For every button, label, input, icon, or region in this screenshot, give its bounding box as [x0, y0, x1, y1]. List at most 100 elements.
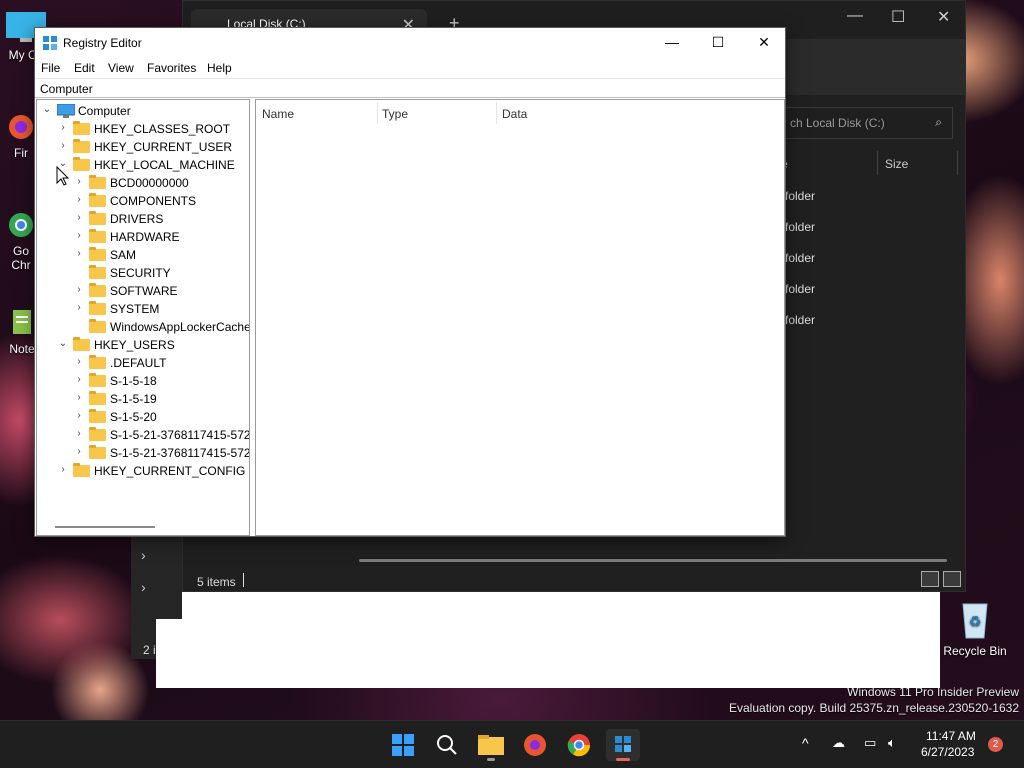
tree-node-default[interactable]: › .DEFAULT: [73, 354, 248, 372]
file-row-type[interactable]: folder: [785, 220, 815, 234]
chevron-right-icon[interactable]: ›: [73, 194, 85, 205]
column-header-data[interactable]: Data: [502, 107, 527, 121]
tree-node-bcd[interactable]: › BCD00000000: [73, 174, 248, 192]
chevron-right-icon[interactable]: ›: [73, 428, 85, 439]
tree-node-s-1-5-20[interactable]: › S-1-5-20: [73, 408, 248, 426]
tree-node-system[interactable]: › SYSTEM: [73, 300, 248, 318]
tree-node-s-1-5-18[interactable]: › S-1-5-18: [73, 372, 248, 390]
chevron-right-icon[interactable]: ›: [57, 140, 69, 151]
show-hidden-icons-icon[interactable]: ^: [802, 735, 809, 751]
chrome-taskbar-button[interactable]: [562, 729, 596, 761]
clock-date[interactable]: 6/27/2023: [921, 745, 974, 759]
explorer-maximize-icon[interactable]: ☐: [891, 7, 905, 27]
desktop-icon-firefox[interactable]: Fir: [6, 112, 36, 160]
folder-icon: [89, 409, 106, 423]
chevron-right-icon[interactable]: ›: [141, 547, 146, 563]
chevron-right-icon[interactable]: ›: [73, 230, 85, 241]
tree-node-software[interactable]: › SOFTWARE: [73, 282, 248, 300]
maximize-icon[interactable]: ☐: [695, 28, 741, 58]
title-bar[interactable]: Registry Editor — ☐ ✕: [35, 28, 785, 58]
file-row-type[interactable]: folder: [785, 313, 815, 327]
tree-node-hardware[interactable]: › HARDWARE: [73, 228, 248, 246]
folder-icon: [73, 337, 90, 351]
tiles-view-icon[interactable]: [943, 571, 961, 587]
tree-label: SYSTEM: [110, 302, 160, 316]
chevron-right-icon[interactable]: ›: [73, 392, 85, 403]
chevron-down-icon[interactable]: ⌄: [57, 338, 69, 349]
clock-time[interactable]: 11:47 AM: [926, 729, 976, 743]
tree-node-s-1-5-21-b[interactable]: › S-1-5-21-3768117415-5727: [73, 444, 249, 462]
chevron-right-icon[interactable]: ›: [141, 579, 146, 595]
chevron-right-icon[interactable]: ›: [73, 248, 85, 259]
file-row-type[interactable]: folder: [785, 251, 815, 265]
tree-node-windowsapplockercache[interactable]: WindowsAppLockerCache: [73, 318, 249, 336]
column-header-name[interactable]: Name: [262, 107, 294, 121]
menu-file[interactable]: File: [41, 61, 60, 75]
menu-view[interactable]: View: [108, 61, 134, 75]
menu-help[interactable]: Help: [207, 61, 232, 75]
explorer-horizontal-scrollbar[interactable]: [359, 559, 947, 562]
tree-node-hkey-local-machine[interactable]: ⌄ HKEY_LOCAL_MACHINE: [57, 156, 247, 174]
tree-label: S-1-5-20: [110, 410, 157, 424]
minimize-icon[interactable]: —: [649, 28, 695, 58]
search-button[interactable]: [430, 729, 464, 761]
tree-node-sam[interactable]: › SAM: [73, 246, 248, 264]
tree-node-hkey-users[interactable]: ⌄ HKEY_USERS: [57, 336, 247, 354]
firefox-taskbar-button[interactable]: [518, 729, 552, 761]
tree-label: DRIVERS: [110, 212, 164, 226]
column-header-size[interactable]: Size: [885, 157, 908, 171]
explorer-minimize-icon[interactable]: —: [847, 7, 863, 25]
file-row-type[interactable]: folder: [785, 282, 815, 296]
chevron-right-icon[interactable]: ›: [73, 176, 85, 187]
details-view-icon[interactable]: [921, 571, 939, 587]
desktop-icon-recycle-bin[interactable]: ♻ Recycle Bin: [940, 598, 1010, 658]
chevron-right-icon[interactable]: ›: [73, 302, 85, 313]
close-icon[interactable]: ✕: [741, 28, 787, 58]
address-bar[interactable]: Computer: [35, 78, 785, 98]
tree-node-drivers[interactable]: › DRIVERS: [73, 210, 248, 228]
tree-node-components[interactable]: › COMPONENTS: [73, 192, 248, 210]
file-row-type[interactable]: folder: [785, 189, 815, 203]
desktop-icon-chrome[interactable]: Go Chr: [6, 210, 36, 272]
chevron-right-icon[interactable]: ›: [57, 464, 69, 475]
chevron-right-icon[interactable]: ›: [73, 212, 85, 223]
tree-node-s-1-5-21-a[interactable]: › S-1-5-21-3768117415-5727: [73, 426, 249, 444]
folder-icon: [89, 355, 106, 369]
chevron-right-icon[interactable]: ›: [73, 284, 85, 295]
network-icon[interactable]: ▭: [864, 735, 876, 751]
explorer-search-box[interactable]: ch Local Disk (C:) ⌕: [781, 107, 953, 139]
chevron-down-icon[interactable]: ⌄: [41, 104, 53, 115]
tree-node-hkey-current-config[interactable]: › HKEY_CURRENT_CONFIG: [57, 462, 247, 480]
chevron-right-icon[interactable]: ›: [57, 122, 69, 133]
folder-icon: [89, 283, 106, 297]
tree-node-security[interactable]: SECURITY: [73, 264, 248, 282]
volume-icon[interactable]: 🔈︎: [888, 735, 896, 751]
start-button[interactable]: [386, 729, 420, 761]
tree-node-hkey-classes-root[interactable]: › HKEY_CLASSES_ROOT: [57, 120, 247, 138]
tree-node-s-1-5-19[interactable]: › S-1-5-19: [73, 390, 248, 408]
column-header-type[interactable]: Type: [382, 107, 408, 121]
cloud-offline-icon[interactable]: ☁: [832, 735, 845, 751]
folder-icon: [89, 427, 106, 441]
registry-editor-taskbar-button[interactable]: [606, 729, 640, 761]
search-icon: ⌕: [935, 115, 942, 129]
menu-favorites[interactable]: Favorites: [147, 61, 196, 75]
file-explorer-taskbar-button[interactable]: [474, 729, 508, 761]
notification-badge[interactable]: 2: [988, 737, 1003, 752]
chevron-right-icon[interactable]: ›: [73, 374, 85, 385]
column-divider[interactable]: [496, 102, 497, 124]
chevron-right-icon[interactable]: ›: [73, 356, 85, 367]
tree-label: HKEY_CURRENT_CONFIG: [94, 464, 246, 478]
desktop-icon-label: Fir: [14, 146, 28, 160]
explorer-close-icon[interactable]: ✕: [937, 7, 950, 27]
column-divider[interactable]: [377, 102, 378, 124]
menu-edit[interactable]: Edit: [74, 61, 95, 75]
active-indicator: [616, 758, 630, 761]
firefox-icon: [524, 734, 546, 756]
chevron-right-icon[interactable]: ›: [73, 446, 85, 457]
firefox-icon: [9, 115, 33, 139]
tree-horizontal-scrollbar[interactable]: [55, 526, 155, 528]
tree-node-hkey-current-user[interactable]: › HKEY_CURRENT_USER: [57, 138, 247, 156]
chevron-right-icon[interactable]: ›: [73, 410, 85, 421]
tree-node-computer[interactable]: ⌄ Computer: [41, 102, 241, 120]
